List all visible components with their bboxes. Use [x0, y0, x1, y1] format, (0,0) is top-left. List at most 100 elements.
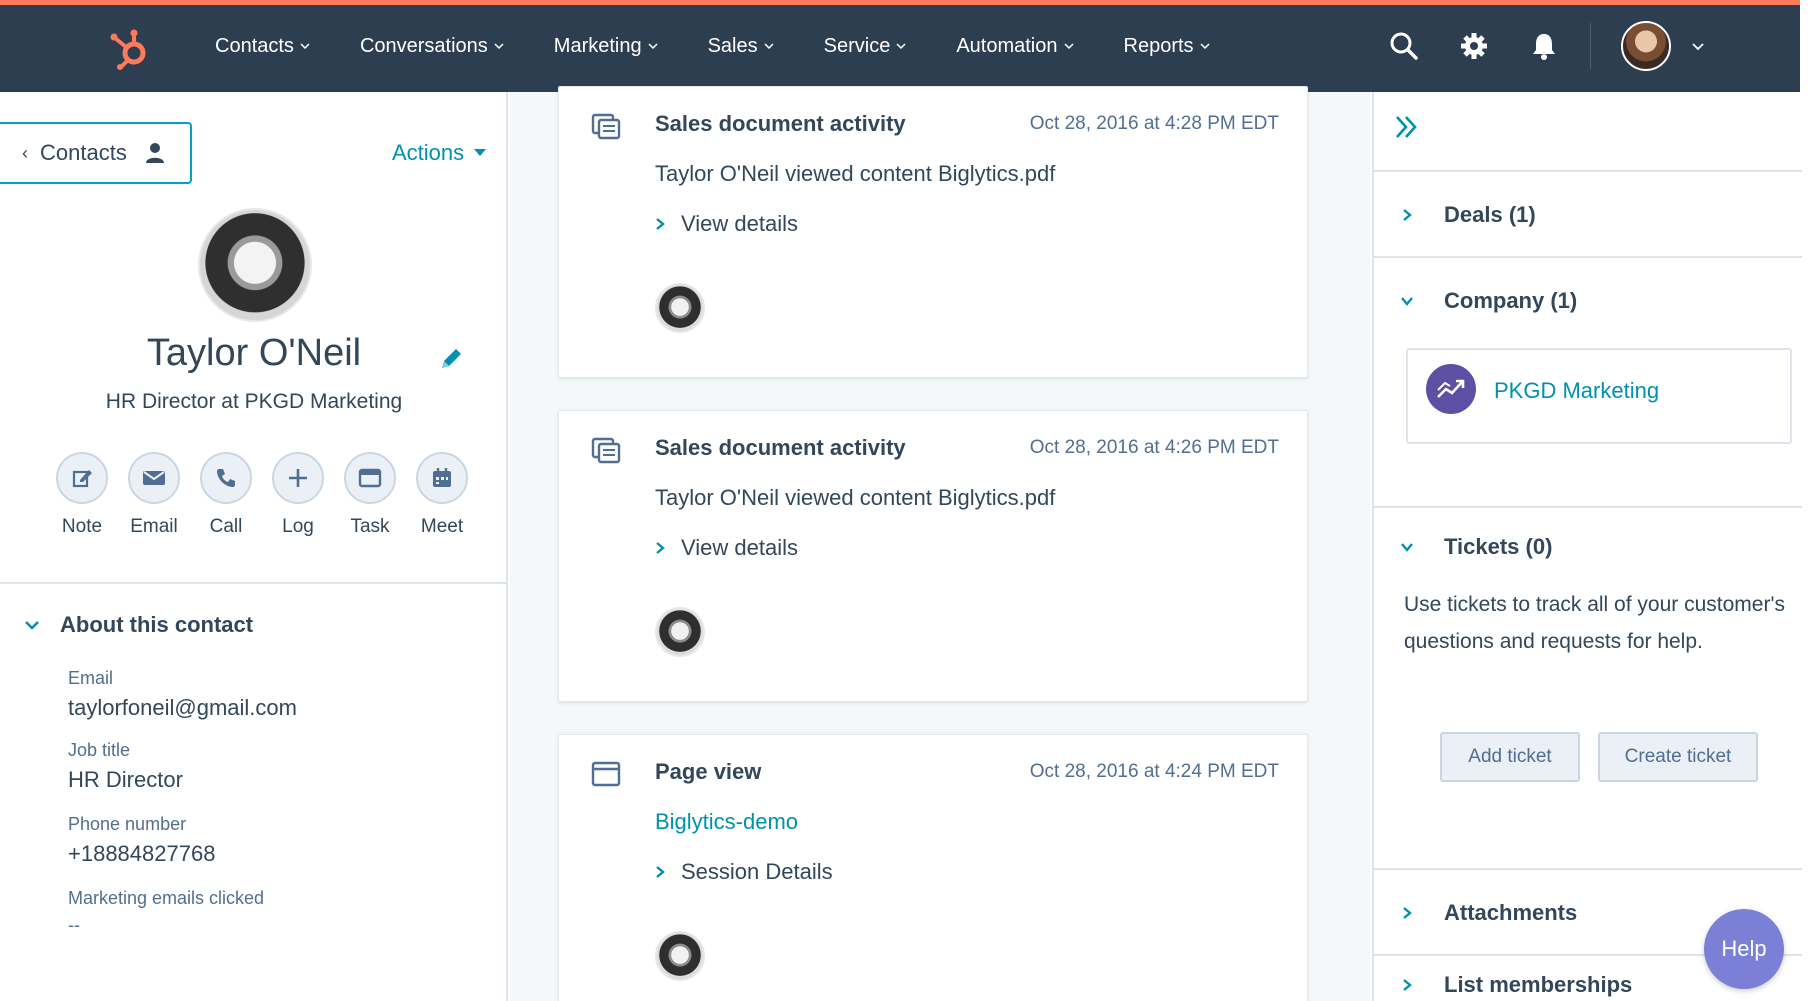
- card-timestamp: Oct 28, 2016 at 4:28 PM EDT: [1029, 113, 1279, 134]
- property-phone: Phone number +18884827768: [68, 814, 215, 867]
- hubspot-logo-icon[interactable]: [108, 28, 154, 70]
- double-chevron-right-icon[interactable]: [1392, 112, 1422, 142]
- property-value[interactable]: --: [68, 915, 264, 936]
- section-divider: [0, 582, 508, 584]
- chevron-right-icon: [1403, 907, 1412, 919]
- tickets-heading: Tickets (0): [1444, 534, 1553, 559]
- company-name-link[interactable]: PKGD Marketing: [1494, 378, 1659, 404]
- card-timestamp: Oct 28, 2016 at 4:26 PM EDT: [1029, 437, 1279, 458]
- tickets-empty-text: Use tickets to track all of your custome…: [1404, 593, 1785, 653]
- nav-item-label: Conversations: [359, 34, 488, 57]
- meet-action[interactable]: Meet: [406, 452, 478, 538]
- actions-label: Actions: [392, 140, 465, 165]
- contact-avatar: [655, 607, 705, 657]
- page-link[interactable]: Biglytics-demo: [655, 809, 798, 835]
- about-contact-toggle[interactable]: About this contact: [24, 612, 253, 638]
- nav-item-conversations[interactable]: Conversations: [360, 35, 504, 58]
- browser-icon: [591, 761, 621, 787]
- chevron-down-icon: [300, 43, 310, 50]
- associations-sidebar: Deals (1) Company (1) PKGD Marketing Tic…: [1372, 92, 1802, 1001]
- property-value[interactable]: HR Director: [68, 767, 183, 793]
- nav-item-marketing[interactable]: Marketing: [554, 35, 658, 58]
- view-details-toggle[interactable]: View details: [655, 211, 798, 237]
- attachments-toggle[interactable]: Attachments: [1400, 900, 1577, 926]
- chevron-down-icon: [896, 43, 906, 50]
- property-email: Email taylorfoneil@gmail.com: [68, 668, 297, 721]
- property-label: Phone number: [68, 814, 187, 834]
- company-logo-icon: [1426, 364, 1476, 414]
- tickets-toggle[interactable]: Tickets (0): [1400, 534, 1552, 560]
- deals-toggle[interactable]: Deals (1): [1400, 202, 1536, 228]
- task-action[interactable]: Task: [334, 452, 406, 538]
- chevron-down-icon: [1401, 297, 1413, 306]
- company-heading: Company (1): [1444, 288, 1578, 313]
- card-body: Taylor O'Neil viewed content Biglytics.p…: [655, 485, 1056, 510]
- nav-item-service[interactable]: Service: [824, 35, 907, 58]
- add-ticket-button[interactable]: Add ticket: [1440, 732, 1580, 782]
- timeline-card: Page view Oct 28, 2016 at 4:24 PM EDT Bi…: [558, 734, 1308, 1001]
- search-icon[interactable]: [1386, 28, 1422, 64]
- bell-icon[interactable]: [1526, 28, 1562, 64]
- card-timestamp: Oct 28, 2016 at 4:24 PM EDT: [1029, 761, 1279, 782]
- card-title: Sales document activity: [655, 435, 906, 460]
- gear-icon[interactable]: [1456, 28, 1492, 64]
- about-heading: About this contact: [60, 612, 254, 637]
- nav-item-label: Service: [823, 34, 891, 57]
- person-icon: [145, 143, 164, 163]
- call-label: Call: [209, 516, 243, 537]
- list-memberships-toggle[interactable]: List memberships: [1400, 972, 1632, 998]
- chevron-down-icon: [25, 621, 39, 630]
- nav-item-label: Marketing: [553, 34, 642, 57]
- chevron-left-icon: ‹: [22, 142, 28, 163]
- nav-item-sales[interactable]: Sales: [708, 35, 774, 58]
- chevron-right-icon: [656, 866, 665, 878]
- chevron-down-icon: [1200, 43, 1210, 50]
- nav-item-label: Contacts: [215, 34, 294, 57]
- email-label: Email: [130, 516, 178, 537]
- note-icon: [56, 452, 108, 504]
- contact-profile-panel: ‹ Contacts Actions Taylor O'Neil HR Dire…: [0, 92, 508, 1001]
- nav-item-contacts[interactable]: Contacts: [215, 35, 310, 58]
- deals-section: Deals (1): [1374, 170, 1802, 256]
- view-details-toggle[interactable]: View details: [655, 535, 798, 561]
- deals-heading: Deals (1): [1444, 202, 1536, 227]
- nav-utility-icons: [1386, 0, 1705, 92]
- help-button[interactable]: Help: [1704, 909, 1784, 989]
- company-toggle[interactable]: Company (1): [1400, 288, 1577, 314]
- details-label: View details: [681, 535, 798, 560]
- email-action[interactable]: Email: [118, 452, 190, 538]
- contact-name: Taylor O'Neil: [146, 332, 362, 374]
- actions-dropdown[interactable]: Actions: [392, 140, 487, 166]
- company-card[interactable]: PKGD Marketing: [1406, 348, 1792, 444]
- nav-item-reports[interactable]: Reports: [1124, 35, 1210, 58]
- chevron-down-icon: [494, 43, 504, 50]
- user-avatar[interactable]: [1621, 21, 1671, 71]
- attachments-heading: Attachments: [1444, 900, 1578, 925]
- log-action[interactable]: Log: [262, 452, 334, 538]
- list-memberships-heading: List memberships: [1444, 972, 1633, 997]
- property-value[interactable]: +18884827768: [68, 841, 215, 867]
- timeline-card: Sales document activity Oct 28, 2016 at …: [558, 410, 1308, 702]
- pencil-icon[interactable]: [438, 346, 464, 372]
- property-value[interactable]: taylorfoneil@gmail.com: [68, 695, 297, 721]
- nav-item-automation[interactable]: Automation: [956, 35, 1074, 58]
- create-ticket-button[interactable]: Create ticket: [1598, 732, 1758, 782]
- main-nav: Contacts Conversations Marketing Sales S…: [215, 0, 1260, 92]
- card-body: Taylor O'Neil viewed content Biglytics.p…: [655, 161, 1056, 186]
- caret-down-icon: [474, 149, 487, 156]
- contact-photo: [198, 208, 312, 322]
- session-details-toggle[interactable]: Session Details: [655, 859, 833, 885]
- back-to-contacts-button[interactable]: ‹ Contacts: [0, 122, 192, 184]
- note-label: Note: [61, 516, 103, 537]
- property-label: Email: [68, 668, 114, 688]
- plus-icon: [272, 452, 324, 504]
- chevron-down-icon[interactable]: [1691, 39, 1705, 53]
- chevron-down-icon: [1063, 43, 1074, 50]
- call-action[interactable]: Call: [190, 452, 262, 538]
- note-action[interactable]: Note: [46, 452, 118, 538]
- nav-separator: [1590, 23, 1591, 69]
- property-marketing-emails-clicked: Marketing emails clicked --: [68, 888, 264, 936]
- card-title: Page view: [655, 759, 762, 784]
- email-icon: [128, 452, 180, 504]
- contact-avatar: [655, 283, 705, 333]
